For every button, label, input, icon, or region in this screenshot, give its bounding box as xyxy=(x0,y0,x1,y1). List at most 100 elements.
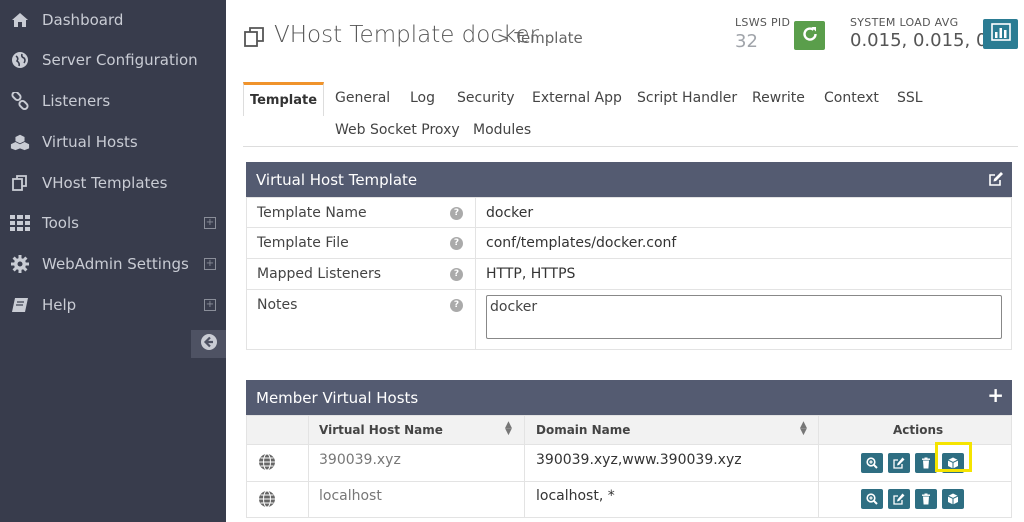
tab-template[interactable]: Template xyxy=(243,82,324,116)
sidebar-item-label: VHost Templates xyxy=(42,174,168,192)
copy-icon xyxy=(243,25,267,53)
add-icon[interactable]: + xyxy=(987,385,1004,405)
sort-icon[interactable]: ▲ ▼ xyxy=(800,421,807,437)
trash-icon xyxy=(920,490,932,509)
edit-icon xyxy=(893,490,905,509)
tab-web-socket-proxy[interactable]: Web Socket Proxy xyxy=(335,122,460,138)
template-name-row: Template Name ? docker xyxy=(246,197,1012,228)
column-header-domain-name[interactable]: Domain Name xyxy=(536,423,630,437)
sidebar-item-label: WebAdmin Settings xyxy=(42,255,189,273)
sidebar-item-label: Help xyxy=(42,296,77,314)
system-load-label: SYSTEM LOAD AVG xyxy=(850,16,959,29)
link-icon xyxy=(10,91,30,111)
gear-icon xyxy=(10,254,30,274)
copy-icon xyxy=(10,173,30,193)
view-button[interactable] xyxy=(861,453,883,473)
edit-icon[interactable] xyxy=(988,171,1004,191)
field-value: HTTP, HTTPS xyxy=(486,266,576,282)
zoom-in-icon xyxy=(866,490,878,509)
panel-title: Virtual Host Template xyxy=(256,170,418,189)
tab-context[interactable]: Context xyxy=(824,90,879,106)
sidebar-item-label: Tools xyxy=(42,214,79,232)
real-time-stats-button[interactable] xyxy=(983,19,1018,49)
system-load-value: 0.015, 0.015, 0 xyxy=(850,30,988,51)
sidebar: Dashboard Server Configuration Listeners… xyxy=(0,0,226,522)
template-panel-header: Virtual Host Template xyxy=(246,162,1012,197)
book-icon xyxy=(10,295,30,315)
tab-general[interactable]: General xyxy=(335,90,390,106)
field-label: Template Name xyxy=(257,205,367,221)
table-row: 390039.xyz 390039.xyz,www.390039.xyz xyxy=(246,442,1012,482)
page-subtitle: > Template xyxy=(497,29,583,47)
field-label: Template File xyxy=(257,235,349,251)
edit-icon xyxy=(893,454,905,473)
expand-icon[interactable]: + xyxy=(204,217,216,229)
globe-icon xyxy=(10,50,30,70)
expand-icon[interactable]: + xyxy=(204,299,216,311)
tabs-divider xyxy=(243,146,1018,147)
sort-icon[interactable]: ▲ ▼ xyxy=(505,421,512,437)
arrow-left-circle-icon xyxy=(200,333,218,355)
domain-name: localhost, * xyxy=(536,488,615,504)
template-file-row: Template File ? conf/templates/docker.co… xyxy=(246,228,1012,259)
restart-button[interactable] xyxy=(794,21,825,50)
virtual-host-name-link[interactable]: 390039.xyz xyxy=(319,452,401,468)
sidebar-item-dashboard[interactable]: Dashboard xyxy=(0,0,226,40)
instantiate-button[interactable] xyxy=(942,489,964,509)
globe-icon xyxy=(258,453,276,475)
notes-textarea[interactable] xyxy=(486,295,1002,339)
sidebar-item-server-configuration[interactable]: Server Configuration xyxy=(0,40,226,80)
sidebar-item-virtual-hosts[interactable]: Virtual Hosts xyxy=(0,122,226,162)
field-label: Mapped Listeners xyxy=(257,266,382,282)
tab-ssl[interactable]: SSL xyxy=(897,90,923,106)
members-table-header: Virtual Host Name ▲ ▼ Domain Name ▲ ▼ Acti… xyxy=(246,415,1012,445)
tab-rewrite[interactable]: Rewrite xyxy=(752,90,805,106)
delete-button[interactable] xyxy=(915,489,937,509)
delete-button[interactable] xyxy=(915,453,937,473)
sidebar-item-label: Server Configuration xyxy=(42,51,198,69)
lsws-pid-value: 32 xyxy=(735,31,758,52)
sidebar-item-vhost-templates[interactable]: VHost Templates xyxy=(0,163,226,203)
refresh-icon xyxy=(801,25,819,47)
home-icon xyxy=(10,10,30,30)
sidebar-item-label: Listeners xyxy=(42,92,111,110)
sidebar-item-label: Virtual Hosts xyxy=(42,133,138,151)
edit-button[interactable] xyxy=(888,489,910,509)
sidebar-item-label: Dashboard xyxy=(42,11,124,29)
panel-title: Member Virtual Hosts xyxy=(256,388,419,407)
expand-icon[interactable]: + xyxy=(204,258,216,270)
lsws-pid-label: LSWS PID xyxy=(735,16,791,29)
tab-security[interactable]: Security xyxy=(457,90,515,106)
sidebar-item-help[interactable]: Help + xyxy=(0,285,226,325)
table-row: localhost localhost, * xyxy=(246,482,1012,518)
tab-log[interactable]: Log xyxy=(410,90,435,106)
help-icon[interactable]: ? xyxy=(450,237,463,250)
edit-button[interactable] xyxy=(888,453,910,473)
view-button[interactable] xyxy=(861,489,883,509)
grid-icon xyxy=(10,213,30,233)
notes-row: Notes ? xyxy=(246,290,1012,350)
column-header-actions: Actions xyxy=(893,423,944,437)
sidebar-item-webadmin-settings[interactable]: WebAdmin Settings + xyxy=(0,244,226,284)
tab-modules[interactable]: Modules xyxy=(473,122,531,138)
column-header-virtual-host-name[interactable]: Virtual Host Name xyxy=(319,423,443,437)
field-value: conf/templates/docker.conf xyxy=(486,235,677,251)
sidebar-item-tools[interactable]: Tools + xyxy=(0,203,226,243)
help-icon[interactable]: ? xyxy=(450,299,463,312)
globe-icon xyxy=(258,490,276,512)
domain-name: 390039.xyz,www.390039.xyz xyxy=(536,452,742,468)
zoom-in-icon xyxy=(866,454,878,473)
highlight-box xyxy=(935,442,972,472)
bar-chart-icon xyxy=(990,23,1011,45)
field-value: docker xyxy=(486,205,534,221)
trash-icon xyxy=(920,454,932,473)
sidebar-item-listeners[interactable]: Listeners xyxy=(0,81,226,121)
cube-icon xyxy=(947,490,959,509)
tab-script-handler[interactable]: Script Handler xyxy=(637,90,737,106)
help-icon[interactable]: ? xyxy=(450,207,463,220)
virtual-host-name-link[interactable]: localhost xyxy=(319,488,382,504)
sidebar-collapse-button[interactable] xyxy=(191,330,226,358)
tab-external-app[interactable]: External App xyxy=(532,90,622,106)
mapped-listeners-row: Mapped Listeners ? HTTP, HTTPS xyxy=(246,259,1012,290)
help-icon[interactable]: ? xyxy=(450,268,463,281)
